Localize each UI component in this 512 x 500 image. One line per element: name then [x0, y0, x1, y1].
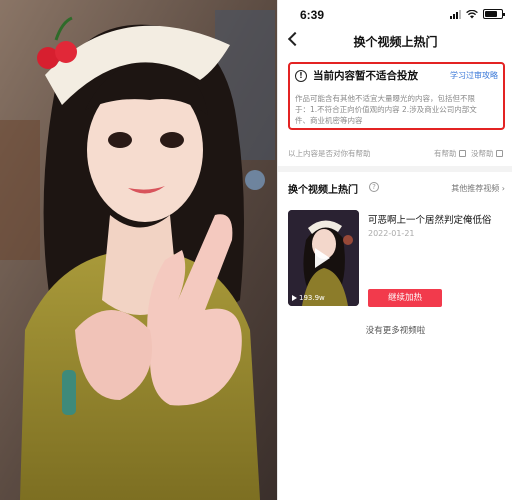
- helpful-label: 有帮助: [434, 149, 457, 158]
- person-illustration: [0, 0, 277, 500]
- notice-title: 当前内容暂不适合投放: [313, 70, 418, 82]
- section-header: 换个视频上热门 ? 其他推荐视频 ›: [288, 180, 505, 196]
- not-helpful-label: 没帮助: [471, 149, 494, 158]
- thumbs-down-icon: [495, 150, 503, 157]
- feedback-row: 以上内容是否对你有帮助 有帮助 没帮助: [288, 146, 505, 160]
- status-icons: [450, 9, 505, 19]
- section-divider: [278, 166, 512, 172]
- notice-body-line: 于：1.不符合正向价值观的内容 2.涉及商业公司内部文: [295, 105, 477, 114]
- battery-icon: [483, 9, 505, 19]
- continue-boost-button[interactable]: 继续加热: [368, 289, 442, 307]
- video-date: 2022-01-21: [368, 229, 415, 238]
- status-bar: 6:39: [278, 0, 512, 30]
- notice-body-line: 件、商业机密等内容: [295, 116, 363, 125]
- helpful-button[interactable]: 有帮助: [434, 148, 466, 159]
- notice-body-line: 作品可能含有其他不适宜大量曝光的内容，包括但不限: [295, 94, 475, 103]
- signal-icon: [450, 9, 461, 19]
- notice-header: ! 当前内容暂不适合投放 学习过审攻略: [295, 68, 498, 83]
- section-title: 换个视频上热门: [288, 185, 358, 196]
- video-frame-photo: [0, 0, 277, 500]
- video-thumbnail[interactable]: 193.9w: [288, 210, 359, 306]
- views-icon: [292, 295, 297, 301]
- thumbs-up-icon: [458, 150, 466, 157]
- status-time: 6:39: [300, 8, 325, 22]
- wifi-icon: [466, 9, 478, 18]
- feedback-question: 以上内容是否对你有帮助: [288, 149, 371, 158]
- rejection-notice: ! 当前内容暂不适合投放 学习过审攻略 作品可能含有其他不适宜大量曝光的内容，包…: [288, 62, 505, 130]
- screenshot-root: 6:39 换个视频上热门 ! 当前内容暂不适合投放 学习过审攻略 作品可能含有其…: [0, 0, 512, 500]
- notice-body: 作品可能含有其他不适宜大量曝光的内容，包括但不限 于：1.不符合正向价值观的内容…: [295, 93, 498, 126]
- phone-screen: 6:39 换个视频上热门 ! 当前内容暂不适合投放 学习过审攻略 作品可能含有其…: [277, 0, 512, 500]
- info-icon[interactable]: ?: [369, 182, 379, 192]
- other-videos-link[interactable]: 其他推荐视频 ›: [451, 183, 505, 194]
- nav-bar: 换个视频上热门: [278, 30, 512, 54]
- page-title: 换个视频上热门: [353, 35, 438, 49]
- play-icon[interactable]: [315, 248, 330, 268]
- view-count: 193.9w: [292, 294, 325, 302]
- view-count-value: 193.9w: [299, 294, 325, 302]
- video-card[interactable]: 193.9w 可恶啊上一个居然判定俺低俗 2022-01-21 继续加热: [288, 210, 505, 310]
- not-helpful-button[interactable]: 没帮助: [471, 148, 503, 159]
- video-title[interactable]: 可恶啊上一个居然判定俺低俗: [368, 212, 492, 226]
- review-guide-link[interactable]: 学习过审攻略: [450, 70, 498, 81]
- no-more-videos: 没有更多视频啦: [365, 326, 426, 336]
- warning-icon: !: [295, 69, 307, 82]
